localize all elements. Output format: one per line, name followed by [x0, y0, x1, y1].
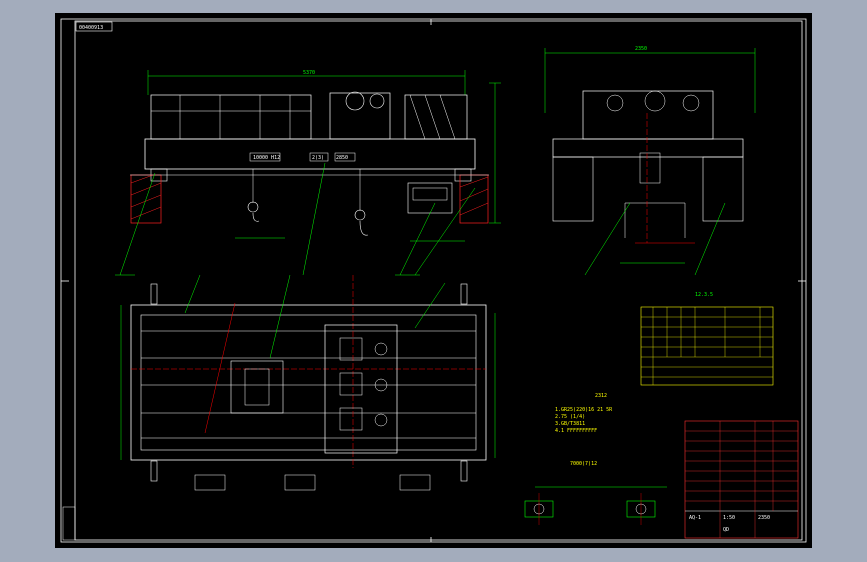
title-drawing-no: AQ-1: [689, 515, 701, 521]
cad-drawing-canvas: 00400913 5370 10000 H12 2(3) 2850 2350 1…: [60, 18, 807, 543]
crane-elevation-icon: 5370 10000 H12 2(3) 2850: [115, 70, 501, 276]
trolley-side-icon: 2350 12.3.5: [544, 46, 756, 298]
tech-note-4: 4.1 FFFFFFFFFF: [555, 428, 597, 434]
outer-frame: [60, 18, 807, 543]
title-scale: 1:50: [723, 515, 735, 521]
girder-label-b: 2(3): [312, 155, 324, 161]
parts-table-icon: [640, 306, 774, 386]
title-tag-text: 00400913: [79, 25, 103, 31]
title-block-icon: AQ-1 1:50 2350 QD: [684, 420, 799, 539]
title-sheet: 2350: [758, 515, 770, 521]
note-top: 12.3.5: [695, 292, 713, 298]
note-bottom: 7000(7)12: [570, 461, 597, 467]
tech-note-2: 2.75 (1/4): [555, 414, 585, 420]
note-mid: 2312: [595, 393, 607, 399]
tech-note-1: 1.GR25(220)16 21 5R: [555, 407, 613, 413]
inner-frame: [74, 20, 803, 541]
crane-plan-icon: [120, 274, 496, 491]
revision-block: [62, 506, 76, 541]
drawing-sheet: 00400913 5370 10000 H12 2(3) 2850 2350 1…: [55, 13, 812, 548]
girder-label-a: 10000 H12: [253, 155, 280, 161]
wheel-detail-icon: [524, 486, 667, 525]
overall-dim-label: 5370: [303, 70, 315, 76]
tech-note-3: 3.GB/T3811: [555, 421, 585, 427]
title-name: QD: [723, 527, 729, 533]
girder-label-c: 2850: [336, 155, 348, 161]
gauge-dim-label: 2350: [635, 46, 647, 52]
